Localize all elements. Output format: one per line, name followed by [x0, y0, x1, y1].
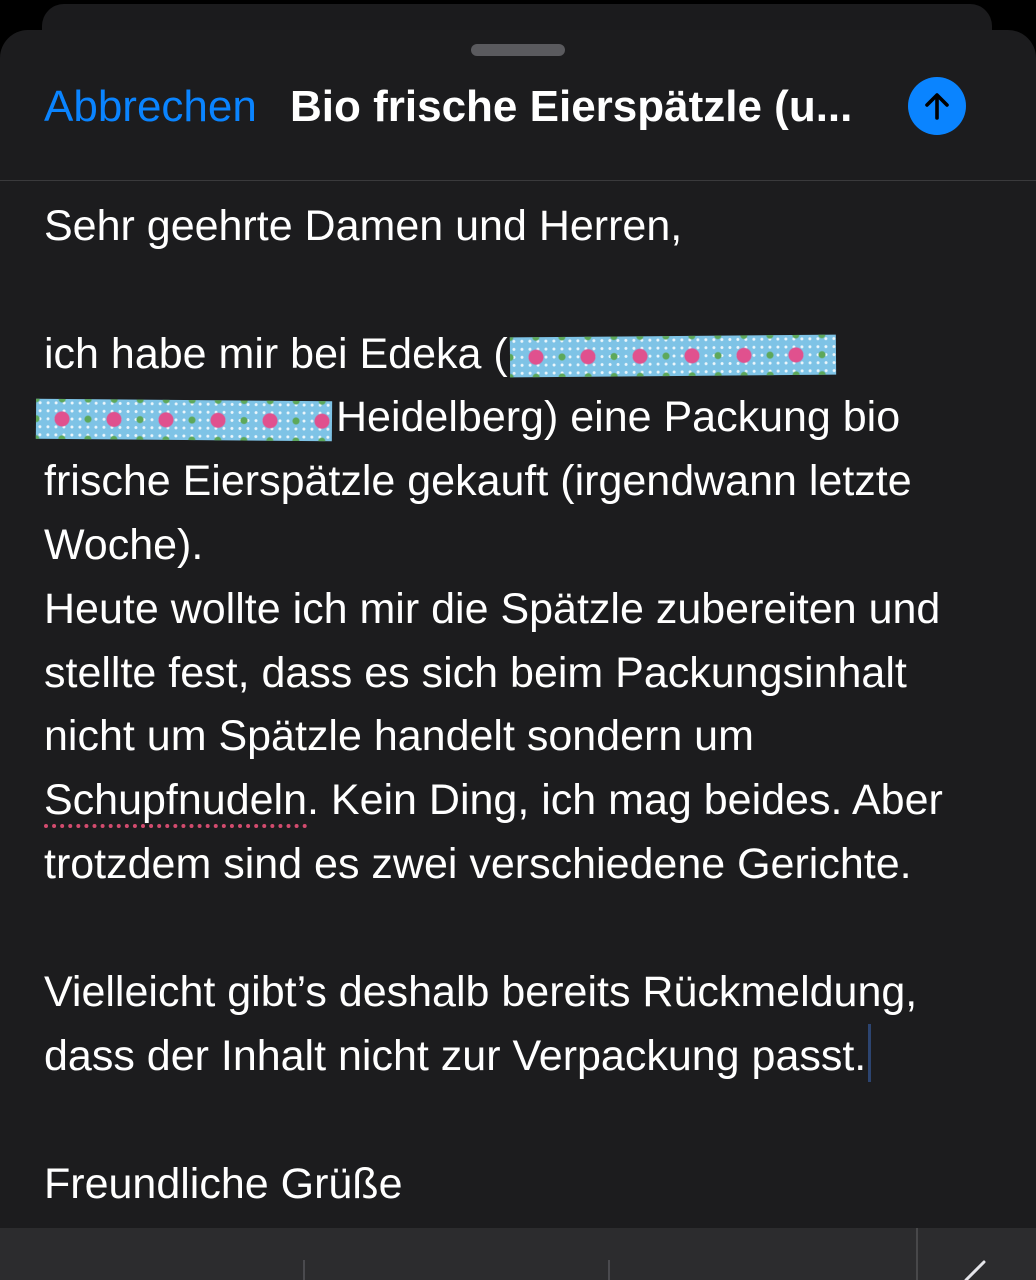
body-line: Woche). [44, 520, 204, 569]
cancel-button[interactable]: Abbrechen [44, 82, 257, 132]
body-line: Vielleicht gibt’s deshalb bereits Rückme… [44, 967, 918, 1016]
body-line: Heidelberg) eine Packung bio [35, 386, 1004, 450]
text-caret [868, 1024, 872, 1083]
redaction-tape [509, 334, 836, 378]
body-text: ich habe mir bei Edeka ( [44, 329, 508, 378]
body-text: dass der Inhalt nicht zur Verpackung pas… [44, 1032, 867, 1081]
misspelled-word[interactable]: Schupfnudeln [44, 776, 307, 824]
body-line: Sehr geehrte Damen und Herren, [44, 202, 683, 250]
arrow-up-icon [925, 93, 949, 120]
body-line: stellte fest, dass es sich beim Packungs… [44, 648, 907, 697]
body-line: nicht um Spätzle handelt sondern um [44, 712, 754, 761]
suggestion-divider [608, 1260, 610, 1280]
suggestion-divider [303, 1260, 305, 1280]
body-line: Schupfnudeln. Kein Ding, ich mag beides.… [44, 769, 1004, 833]
body-line: dass der Inhalt nicht zur Verpackung pas… [44, 1024, 1004, 1089]
body-line: Freundliche Grüße [44, 1159, 403, 1208]
keyboard-suggestion-bar [0, 1228, 1036, 1280]
redaction-tape [35, 398, 333, 442]
body-line: Heute wollte ich mir die Spätzle zuberei… [44, 584, 941, 633]
body-text: . Kein Ding, ich mag beides. Aber [307, 776, 943, 825]
body-line: trotzdem sind es zwei verschiedene Geric… [44, 839, 912, 888]
send-button[interactable] [908, 77, 966, 135]
body-line: ich habe mir bei Edeka ( [44, 323, 1004, 387]
compose-sheet: Abbrechen Bio frische Eierspätzle (u... … [0, 30, 1036, 1280]
body-text: Heidelberg) eine Packung bio [336, 393, 901, 442]
subject-title: Bio frische Eierspätzle (u... [290, 82, 853, 131]
body-line: frische Eierspätzle gekauft (irgendwann … [44, 457, 912, 506]
message-body[interactable]: Sehr geehrte Damen und Herren, ich habe … [35, 195, 1004, 1217]
compose-header: Abbrechen Bio frische Eierspätzle (u... [0, 30, 1036, 181]
pencil-icon[interactable] [960, 1258, 990, 1280]
toolbar-divider [916, 1228, 918, 1280]
